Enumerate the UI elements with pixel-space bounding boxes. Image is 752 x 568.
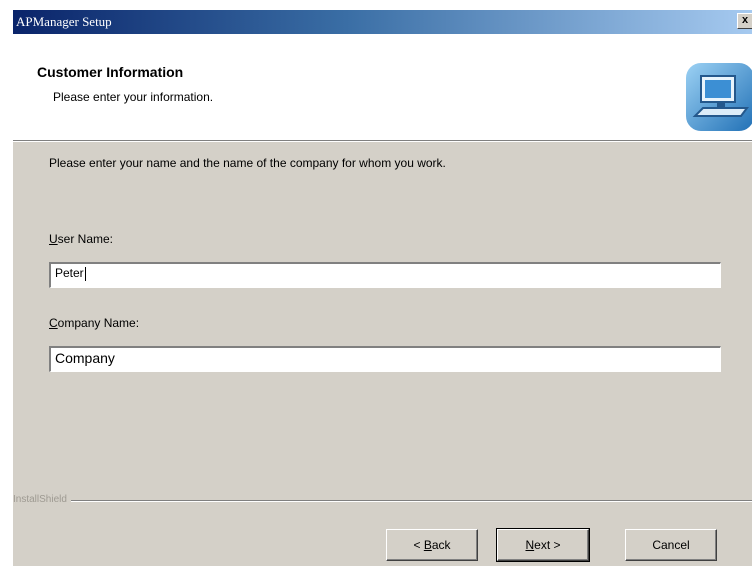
computer-setup-icon bbox=[684, 61, 752, 133]
intro-text: Please enter your name and the name of t… bbox=[49, 156, 446, 170]
back-accel: B bbox=[423, 538, 432, 552]
text-cursor bbox=[84, 266, 86, 281]
footer-separator bbox=[13, 500, 752, 502]
user-name-label-text: ser Name: bbox=[57, 232, 114, 246]
user-name-value: Peter bbox=[55, 266, 84, 280]
user-name-label: User Name: bbox=[49, 232, 113, 246]
header-separator bbox=[13, 140, 752, 142]
cancel-button[interactable]: Cancel bbox=[625, 529, 717, 561]
next-label: ext > bbox=[534, 538, 561, 552]
company-name-field[interactable]: Company bbox=[49, 346, 721, 372]
page-title: Customer Information bbox=[37, 64, 184, 80]
header-panel: Customer Information Please enter your i… bbox=[13, 34, 752, 140]
company-name-value: Company bbox=[55, 350, 115, 366]
user-name-field[interactable]: Peter bbox=[49, 262, 721, 288]
company-name-label: Company Name: bbox=[49, 316, 139, 330]
title-bar[interactable]: APManager Setup x bbox=[13, 10, 752, 34]
back-button[interactable]: < Back bbox=[386, 529, 478, 561]
window-title: APManager Setup bbox=[16, 14, 112, 29]
back-label: ack bbox=[431, 538, 451, 552]
close-icon[interactable]: x bbox=[737, 13, 752, 29]
installshield-label: InstallShield bbox=[13, 494, 71, 505]
user-name-accel: U bbox=[49, 232, 58, 246]
page-subtitle: Please enter your information. bbox=[53, 90, 214, 104]
company-name-accel: C bbox=[49, 316, 58, 330]
company-name-label-text: ompany Name: bbox=[57, 316, 140, 330]
next-accel: N bbox=[525, 538, 535, 552]
back-prefix: < bbox=[413, 538, 424, 552]
setup-dialog: APManager Setup x Customer Information P… bbox=[12, 10, 752, 566]
next-button[interactable]: Next > bbox=[496, 528, 590, 562]
